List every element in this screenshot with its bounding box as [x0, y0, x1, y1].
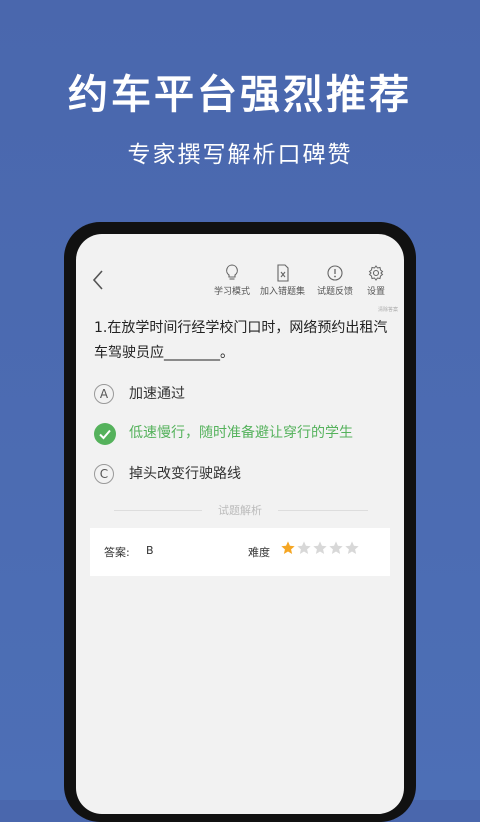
promo-headline: 约车平台强烈推荐: [68, 72, 412, 118]
option-c-text: 掉头改变行驶路线: [129, 466, 241, 482]
star-icon: [281, 541, 295, 554]
option-b-text: 低速慢行，随时准备避让穿行的学生: [129, 425, 353, 441]
difficulty-label: 难度: [248, 546, 270, 559]
app-screen: 学习模式 加入错题集 试题反馈 设置 清除答案 1.在放学时间行经学校门口时，网…: [76, 234, 404, 814]
question-text: 1.在放学时间行经学校门口时，网络预约出租汽车驾驶员应________。: [94, 320, 388, 361]
wrong-book-icon: [276, 264, 289, 282]
star-icon: [345, 541, 359, 554]
answer-value: B: [146, 544, 154, 557]
difficulty-stars: [280, 540, 360, 556]
check-icon: [94, 423, 116, 445]
option-c[interactable]: C 掉头改变行驶路线: [94, 464, 394, 488]
lightbulb-icon: [226, 264, 238, 280]
feedback-button[interactable]: 试题反馈: [317, 264, 353, 297]
feedback-label: 试题反馈: [317, 287, 354, 297]
study-mode-label: 学习模式: [214, 287, 251, 297]
option-c-marker: C: [94, 464, 114, 484]
add-wrong-book-label: 加入错题集: [260, 287, 306, 297]
option-b[interactable]: 低速慢行，随时准备避让穿行的学生: [94, 423, 394, 447]
option-a-marker: A: [94, 384, 114, 404]
promo-subheadline: 专家撰写解析口碑赞: [127, 142, 353, 168]
toolbar: 学习模式 加入错题集 试题反馈 设置: [76, 234, 404, 306]
settings-label: 设置: [367, 287, 386, 297]
chevron-left-icon: [92, 270, 103, 290]
gear-icon: [368, 265, 384, 281]
back-button[interactable]: [88, 266, 110, 294]
answer-card: 答案: B 难度: [90, 528, 390, 576]
feedback-icon: [327, 265, 343, 281]
study-mode-button[interactable]: 学习模式: [214, 264, 250, 297]
analysis-section-title: 试题解析: [218, 504, 262, 517]
option-a-text: 加速通过: [129, 386, 185, 402]
add-wrong-book-button[interactable]: 加入错题集: [260, 264, 305, 297]
star-icon: [329, 541, 343, 554]
answer-label: 答案:: [104, 546, 130, 559]
clear-answer-tag[interactable]: 清除答案: [378, 306, 398, 313]
option-a[interactable]: A 加速通过: [94, 384, 394, 408]
star-icon: [313, 541, 327, 554]
settings-button[interactable]: 设置: [367, 264, 385, 297]
star-icon: [297, 541, 311, 554]
